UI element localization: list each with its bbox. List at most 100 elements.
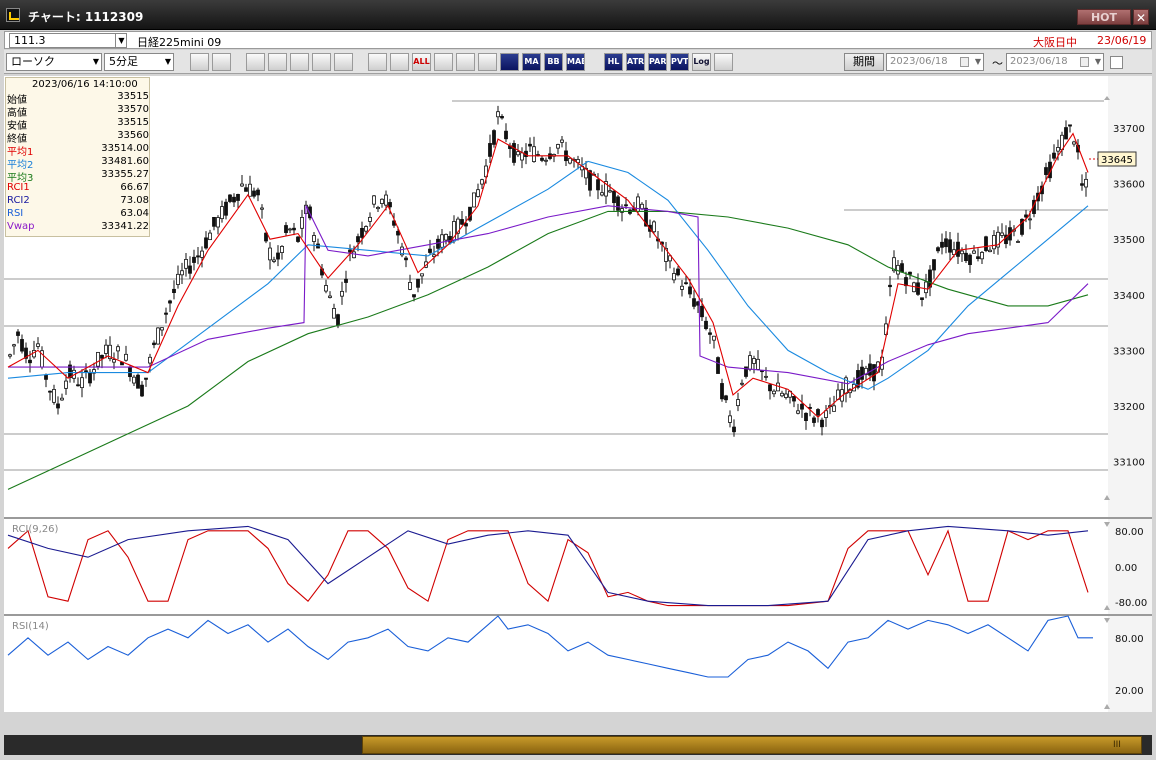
chevron-down-icon[interactable]: ▼ [115,33,127,48]
title-bar[interactable]: チャート: 1112309 HOT ✕ [0,0,1156,30]
candle-body [388,202,392,208]
candle-body [56,403,60,409]
candle-body [920,297,924,300]
toolbar-button[interactable]: PVT [670,53,689,71]
candle-body [1084,178,1088,188]
hot-button[interactable]: HOT [1077,9,1131,25]
toolbar-button[interactable] [312,53,331,71]
candle-body [88,371,92,384]
candle-body [732,426,736,433]
info-row: 高値 33570 [6,104,151,119]
candle-body [1072,141,1076,145]
candle-body [20,339,24,352]
candle-body [464,223,468,227]
period-button[interactable]: 期間 [844,53,884,71]
time-scrollbar[interactable]: III [4,735,1152,755]
toolbar-button[interactable]: PARA [648,53,667,71]
candle-body [976,256,980,259]
candle-body [492,130,496,145]
candle-body [216,217,220,228]
info-row: 安値 33515 [6,117,151,132]
candle-body [244,187,248,192]
toolbar-button[interactable] [714,53,733,71]
toolbar-button[interactable]: ATR [626,53,645,71]
candle-body [624,204,628,207]
toolbar-button[interactable]: BB [544,53,563,71]
toolbar-button[interactable] [500,53,519,71]
toolbar-button[interactable]: HL [604,53,623,71]
candle-body [932,259,936,271]
toolbar-button[interactable] [290,53,309,71]
chevron-down-icon[interactable]: ▼ [1095,54,1101,70]
candle-body [872,364,876,382]
price-tick: 33100 [1113,458,1145,469]
price-axis-background [1108,76,1152,712]
candle-body [16,331,20,336]
candle-body [296,236,300,242]
candle-body [764,375,768,378]
candle-body [676,268,680,276]
range-checkbox[interactable] [1110,56,1123,69]
candle-body [204,237,208,249]
toolbar-button[interactable] [268,53,287,71]
close-button[interactable]: ✕ [1133,9,1149,25]
toolbar-button[interactable] [334,53,353,71]
candle-body [516,151,520,156]
scrollbar-thumb[interactable]: III [362,736,1142,754]
info-label: RCI2 [7,195,30,206]
info-value: 33515 [117,117,149,128]
candle-body [112,359,116,363]
candle-body [824,410,828,418]
calendar-icon[interactable] [960,57,969,67]
toolbar-button[interactable] [434,53,453,71]
candle-body [964,252,968,262]
calendar-icon[interactable] [1080,57,1089,67]
candle-body [228,194,232,202]
candle-body [8,354,12,357]
candle-body [1000,232,1004,236]
candle-body [428,248,432,253]
chevron-down-icon: ▼ [92,57,99,66]
toolbar-button[interactable] [246,53,265,71]
candle-body [924,281,928,294]
candle-body [292,227,296,231]
candle-body [768,384,772,392]
toolbar-button[interactable] [368,53,387,71]
toolbar-button[interactable] [190,53,209,71]
candle-body [752,358,756,364]
candle-body [728,415,732,423]
candle-body [368,216,372,222]
candle-body [756,358,760,370]
candle-body [1028,218,1032,221]
candle-body [1056,147,1060,152]
candle-body [804,412,808,421]
toolbar-button[interactable]: ALL [412,53,431,71]
toolbar-button[interactable]: Log [692,53,711,71]
symbol-code-input[interactable]: 111.3 [9,33,127,48]
toolbar-button[interactable]: MA [522,53,541,71]
candle-body [860,366,864,380]
info-datetime: 2023/06/16 14:10:00 [32,79,138,90]
chart-area[interactable]: 33700 33600 33500 33400 33300 33200 33100 3364… [4,76,1152,712]
toolbar-button[interactable] [390,53,409,71]
candle-body [64,380,68,389]
toolbar: ローソク ▼ 5分足 ▼ ALL MABBMAE HLATRPARAPVTLog 期… [4,50,1152,74]
date-to-field[interactable]: 2023/06/18 ▼ [1006,53,1104,71]
candle-body [600,192,604,196]
date-from-field[interactable]: 2023/06/18 ▼ [886,53,984,71]
info-row: 終値 33560 [6,130,151,145]
candle-body [232,196,236,203]
toolbar-button[interactable] [456,53,475,71]
candle-body [532,146,536,163]
chevron-down-icon[interactable]: ▼ [975,54,981,70]
toolbar-button[interactable]: MAE [566,53,585,71]
toolbar-button[interactable] [478,53,497,71]
toolbar-button[interactable] [212,53,231,71]
chart-type-select[interactable]: ローソク ▼ [6,53,102,71]
candle-body [700,305,704,318]
candle-body [1064,127,1068,140]
candle-body [816,409,820,416]
interval-select[interactable]: 5分足 ▼ [104,53,174,71]
candle-body [956,241,960,257]
candle-body [252,190,256,197]
